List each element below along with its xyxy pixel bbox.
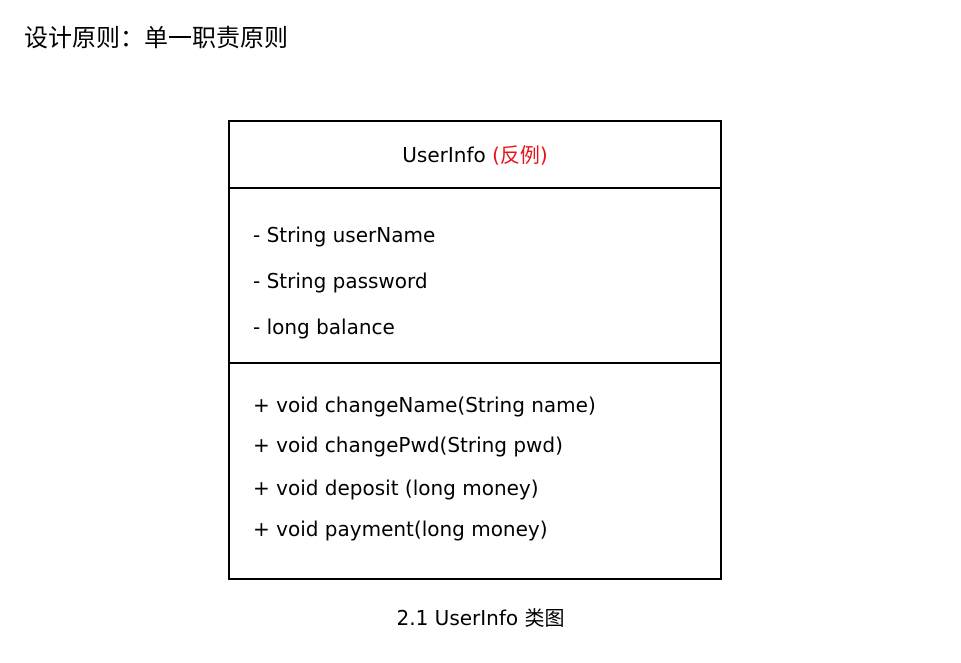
method-item: + void deposit (long money) [253,476,539,500]
attribute-item: - String password [253,269,428,293]
method-item: + void changeName(String name) [253,393,596,417]
method-item: + void payment(long money) [253,517,548,541]
attribute-item: - long balance [253,315,395,339]
methods-compartment: + void changeName(String name) + void ch… [230,364,720,578]
page-title: 设计原则：单一职责原则 [24,24,288,52]
method-item: + void changePwd(String pwd) [253,433,563,457]
class-name-compartment: UserInfo (反例) [230,122,720,189]
uml-class-box: UserInfo (反例) - String userName - String… [228,120,722,580]
class-name: UserInfo [402,143,486,167]
class-name-tag: (反例) [492,143,548,167]
figure-caption: 2.1 UserInfo 类图 [396,606,565,630]
attribute-item: - String userName [253,223,436,247]
attributes-compartment: - String userName - String password - lo… [230,189,720,364]
